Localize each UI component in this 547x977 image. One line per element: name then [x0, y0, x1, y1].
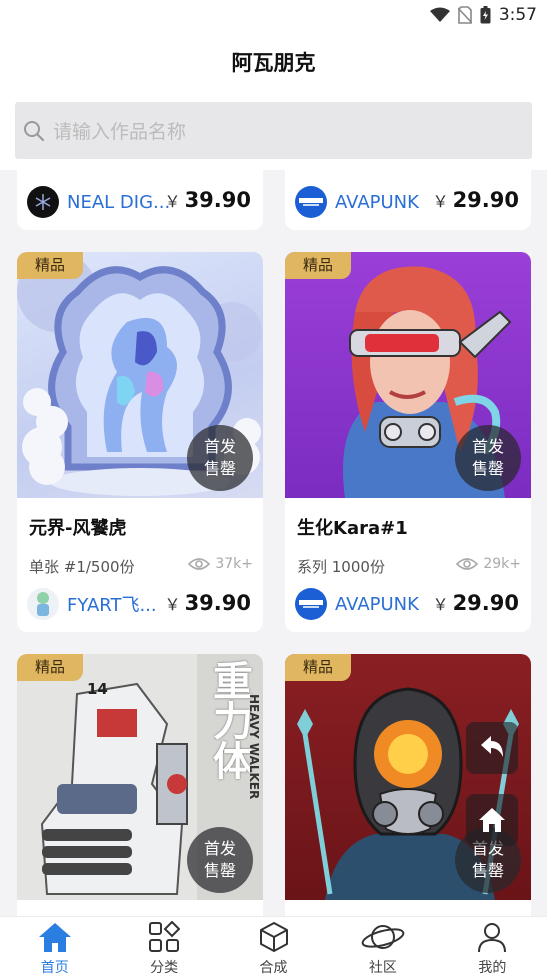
sold-out-label: 售罄 [471, 459, 504, 478]
first-sale-sold-out-badge: 首发 售罄 [187, 827, 253, 893]
app-header: 阿瓦朋克 [0, 32, 547, 94]
card-edition: 单张 #1/500份 [29, 558, 135, 576]
wifi-icon [429, 7, 450, 22]
user-icon [478, 923, 507, 953]
author-name: FYART飞... [67, 595, 157, 616]
artwork-image: 14 重力体 HEAVY WALKER 精品 首发售罄 [17, 654, 263, 900]
views-count: 29k+ [483, 556, 521, 572]
author-name: AVAPUNK [335, 593, 419, 615]
home-icon [479, 808, 505, 832]
card-price: ￥ 39.90 [165, 591, 251, 615]
currency-symbol: ￥ [164, 595, 181, 614]
battery-icon [480, 6, 491, 24]
eye-icon [188, 558, 211, 570]
cube-icon [259, 922, 288, 952]
tab-label: 分类 [150, 960, 179, 976]
back-button[interactable] [466, 722, 518, 774]
grid-icon [149, 921, 181, 952]
tab-label: 我的 [478, 960, 507, 976]
search-bar: 请输入作品名称 [0, 94, 547, 170]
avapunk-logo-icon [299, 198, 323, 206]
price-value: 29.90 [452, 188, 519, 212]
no-sim-icon [457, 6, 472, 24]
artwork-number: 14 [87, 680, 108, 698]
product-card[interactable]: 精品 首发售罄 生化Kara#1 系列 1000份 29k+ AVAPUNK ￥… [285, 252, 531, 632]
card-title: 元界-风饕虎 [29, 518, 127, 539]
premium-badge: 精品 [17, 252, 83, 279]
author-name: AVAPUNK [335, 191, 419, 213]
avapunk-logo-icon [299, 600, 323, 608]
card-views: 37k+ [188, 556, 253, 572]
bottom-tab-bar: 首页 分类 合成 社区 我的 [0, 916, 547, 977]
sold-out-label: 售罄 [203, 861, 236, 880]
home-icon [38, 923, 71, 952]
first-sale-label: 首发 [203, 437, 236, 456]
sold-out-label: 售罄 [203, 459, 236, 478]
author-avatar [295, 588, 327, 620]
sold-out-label: 售罄 [471, 861, 504, 880]
product-feed[interactable]: NEAL DIG... ￥ 39.90 AVAPUNK ￥ 29.90 精品 首… [0, 170, 547, 916]
card-views: 29k+ [456, 556, 521, 572]
price-value: 39.90 [184, 188, 251, 212]
product-card[interactable]: NEAL DIG... ￥ 39.90 [17, 170, 263, 230]
card-price: ￥ 29.90 [433, 188, 519, 212]
tab-profile[interactable]: 我的 [438, 917, 547, 977]
first-sale-sold-out-badge: 首发 售罄 [455, 425, 521, 491]
card-edition: 系列 1000份 [297, 558, 385, 576]
product-card[interactable]: AVAPUNK ￥ 29.90 [285, 170, 531, 230]
tab-label: 社区 [368, 960, 397, 976]
currency-symbol: ￥ [432, 595, 449, 614]
search-placeholder: 请输入作品名称 [53, 121, 187, 143]
card-price: ￥ 29.90 [433, 591, 519, 615]
page-title: 阿瓦朋克 [231, 51, 316, 75]
back-arrow-icon [481, 736, 503, 757]
premium-badge: 精品 [285, 654, 351, 681]
search-icon [24, 120, 45, 141]
card-author[interactable]: FYART飞... [27, 588, 157, 620]
first-sale-label: 首发 [203, 839, 236, 858]
first-sale-label: 首发 [471, 437, 504, 456]
card-author[interactable]: AVAPUNK [295, 588, 419, 620]
floating-actions [466, 722, 518, 846]
planet-icon [361, 925, 405, 949]
card-author[interactable]: NEAL DIG... [27, 186, 170, 218]
status-bar: 3:57 [0, 0, 547, 32]
product-card[interactable]: 精品 首发售罄 元界-风饕虎 单张 #1/500份 37k+ FYART飞...… [17, 252, 263, 632]
product-card[interactable]: 14 重力体 HEAVY WALKER 精品 首发售罄 [17, 654, 263, 916]
tab-label: 首页 [40, 960, 69, 976]
artwork-subtitle-text: HEAVY WALKER [247, 694, 261, 800]
price-value: 29.90 [452, 591, 519, 615]
artwork-image: 精品 首发售罄 [285, 252, 531, 498]
card-author[interactable]: AVAPUNK [295, 186, 419, 218]
views-count: 37k+ [215, 556, 253, 572]
currency-symbol: ￥ [164, 192, 181, 211]
author-avatar [27, 588, 59, 620]
status-time: 3:57 [498, 5, 537, 25]
search-input[interactable]: 请输入作品名称 [15, 102, 532, 159]
eye-icon [456, 558, 479, 570]
artwork-title-text: 重力体 [206, 660, 252, 780]
snowflake-logo-icon [35, 194, 51, 210]
card-title: 生化Kara#1 [297, 518, 408, 539]
artwork-image: 精品 首发售罄 [17, 252, 263, 498]
card-price: ￥ 39.90 [165, 188, 251, 212]
tab-label: 合成 [259, 960, 288, 976]
tab-home[interactable]: 首页 [0, 917, 109, 977]
author-name: NEAL DIG... [67, 191, 171, 213]
premium-badge: 精品 [17, 654, 83, 681]
tab-synthesis[interactable]: 合成 [219, 917, 328, 977]
home-shortcut-button[interactable] [466, 794, 518, 846]
premium-badge: 精品 [285, 252, 351, 279]
status-icons: 3:57 [429, 5, 537, 25]
first-sale-sold-out-badge: 首发 售罄 [187, 425, 253, 491]
author-avatar [295, 186, 327, 218]
tab-community[interactable]: 社区 [328, 917, 437, 977]
price-value: 39.90 [184, 591, 251, 615]
author-avatar [27, 186, 59, 218]
figure-avatar-icon [37, 592, 49, 616]
tab-category[interactable]: 分类 [109, 917, 218, 977]
currency-symbol: ￥ [432, 192, 449, 211]
